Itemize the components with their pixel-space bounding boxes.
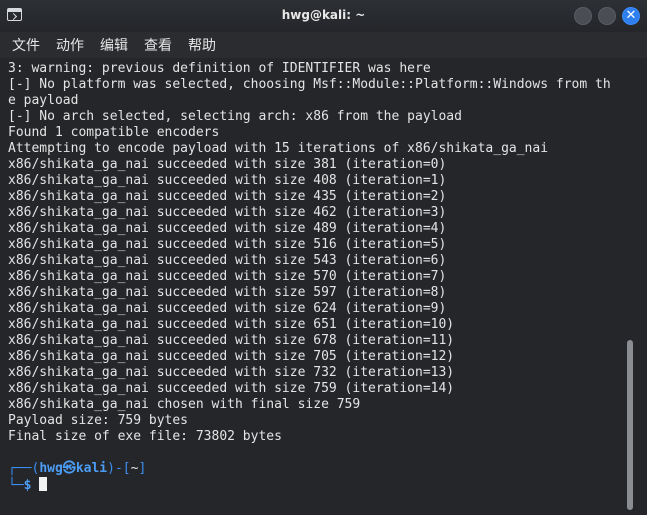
output-line: x86/shikata_ga_nai succeeded with size 5… <box>8 253 447 268</box>
output-line: x86/shikata_ga_nai succeeded with size 4… <box>8 221 447 236</box>
output-line: x86/shikata_ga_nai succeeded with size 4… <box>8 205 447 220</box>
scrollbar[interactable] <box>627 340 633 510</box>
output-line: x86/shikata_ga_nai succeeded with size 6… <box>8 301 447 316</box>
menu-action[interactable]: 动作 <box>56 35 84 55</box>
minimize-button[interactable] <box>574 7 592 25</box>
output-line: x86/shikata_ga_nai succeeded with size 5… <box>8 285 447 300</box>
output-line: Attempting to encode payload with 15 ite… <box>8 141 549 156</box>
prompt-line-2[interactable]: └─$ <box>8 477 48 493</box>
terminal-window: hwg@kali: ~ ✕ 文件 动作 编辑 查看 帮助 3: warning:… <box>0 0 647 515</box>
window-title: hwg@kali: ~ <box>281 8 366 22</box>
output-line: [-] No arch selected, selecting arch: x8… <box>8 109 462 124</box>
menu-edit[interactable]: 编辑 <box>100 35 128 55</box>
maximize-button[interactable] <box>598 7 616 25</box>
output-line: x86/shikata_ga_nai chosen with final siz… <box>8 397 361 412</box>
prompt-line-1: ┌──(hwg㉿kali)-[~] <box>8 461 146 477</box>
prompt-user: hwg <box>39 461 63 476</box>
close-icon: ✕ <box>625 8 637 23</box>
output-line: Final size of exe file: 73802 bytes <box>8 429 282 444</box>
text-cursor <box>39 477 48 491</box>
output-line: x86/shikata_ga_nai succeeded with size 7… <box>8 381 455 396</box>
prompt-frame: ] <box>138 461 147 476</box>
prompt-frame: )-[ <box>107 461 131 476</box>
menu-bar: 文件 动作 编辑 查看 帮助 <box>0 32 647 58</box>
output-line: x86/shikata_ga_nai succeeded with size 4… <box>8 173 447 188</box>
output-line: 3: warning: previous definition of IDENT… <box>8 61 431 76</box>
output-line: [-] No platform was selected, choosing M… <box>8 77 611 92</box>
output-line: x86/shikata_ga_nai succeeded with size 7… <box>8 349 455 364</box>
output-line: x86/shikata_ga_nai succeeded with size 6… <box>8 317 455 332</box>
output-line: x86/shikata_ga_nai succeeded with size 3… <box>8 157 447 172</box>
prompt-frame: ┌──( <box>8 461 40 476</box>
output-line: x86/shikata_ga_nai succeeded with size 7… <box>8 365 455 380</box>
output-line: x86/shikata_ga_nai succeeded with size 6… <box>8 333 455 348</box>
prompt-symbol: $ <box>23 478 32 493</box>
menu-view[interactable]: 查看 <box>144 35 172 55</box>
output-line: x86/shikata_ga_nai succeeded with size 5… <box>8 269 447 284</box>
output-line: Payload size: 759 bytes <box>8 413 189 428</box>
output-line: x86/shikata_ga_nai succeeded with size 4… <box>8 189 447 204</box>
prompt-host: kali <box>75 461 108 476</box>
close-button[interactable]: ✕ <box>622 7 640 25</box>
menu-help[interactable]: 帮助 <box>188 35 216 55</box>
prompt-at: ㉿ <box>62 461 76 476</box>
prompt-frame: └─ <box>8 478 24 493</box>
terminal-output[interactable]: 3: warning: previous definition of IDENT… <box>0 58 647 515</box>
title-bar[interactable]: hwg@kali: ~ ✕ <box>0 0 647 32</box>
menu-file[interactable]: 文件 <box>12 35 40 55</box>
output-line: Found 1 compatible encoders <box>8 125 220 140</box>
output-line: e payload <box>8 93 79 108</box>
output-line: x86/shikata_ga_nai succeeded with size 5… <box>8 237 447 252</box>
